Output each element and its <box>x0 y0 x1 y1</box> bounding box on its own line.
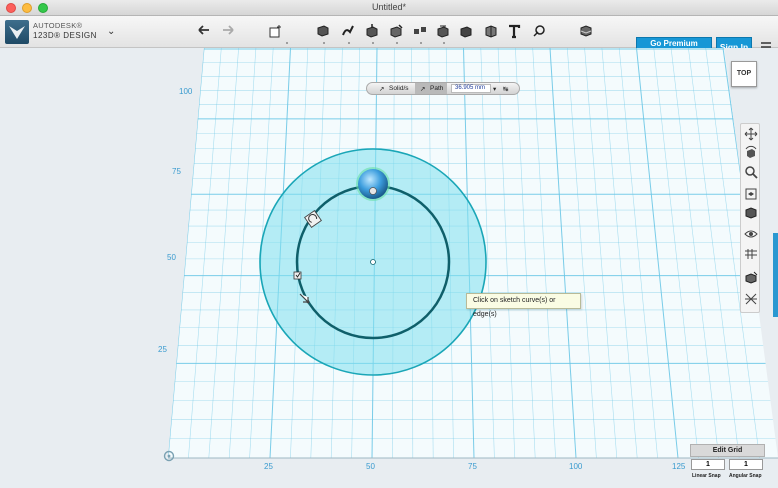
visibility-eye-icon[interactable] <box>743 226 759 242</box>
sketch-icon[interactable] <box>338 21 358 41</box>
side-panel-tab[interactable] <box>773 233 778 317</box>
outline-view-icon[interactable] <box>743 291 759 307</box>
selection-hint-tooltip: Click on sketch curve(s) or edge(s) <box>466 293 581 318</box>
app-logo-icon[interactable] <box>5 20 29 44</box>
linear-snap-label: Linear Snap <box>692 473 721 479</box>
axis-label-x: 25 <box>264 462 273 471</box>
solids-mode-button[interactable]: Solid/s <box>389 85 409 92</box>
transform-box-icon[interactable] <box>265 21 285 41</box>
axis-label-x: 50 <box>366 462 375 471</box>
circle-center-point <box>370 259 376 265</box>
axis-label-y: 75 <box>172 167 181 176</box>
combine-icon[interactable] <box>456 21 476 41</box>
angular-snap-input[interactable]: 1 <box>729 459 763 470</box>
sweep-mode-bar: ↗ Solid/s ↗ Path 36.905 mm ▾ ↹ <box>366 82 520 95</box>
window-titlebar: Untitled* <box>0 0 778 16</box>
path-selector-icon: ↗ <box>420 86 426 93</box>
grid-view-icon[interactable] <box>743 246 759 262</box>
modify-icon[interactable] <box>386 21 406 41</box>
axis-label-y: 25 <box>158 345 167 354</box>
navigation-panel <box>740 123 760 313</box>
main-toolbar: AUTODESK® 123D® DESIGN ⌄ Go Premium Sign… <box>0 16 778 58</box>
angular-snap-label: Angular Snap <box>729 473 762 479</box>
path-mode-label: Path <box>430 85 444 92</box>
axis-label-x: 75 <box>468 462 477 471</box>
material-view-icon[interactable] <box>743 270 759 286</box>
primitives-icon[interactable] <box>313 21 333 41</box>
linear-snap-input[interactable]: 1 <box>691 459 725 470</box>
axis-label-y: 100 <box>179 87 193 96</box>
text-tool-icon[interactable] <box>504 21 524 41</box>
fit-view-icon[interactable] <box>743 186 759 202</box>
grouping-icon[interactable] <box>433 21 453 41</box>
pan-icon[interactable] <box>743 126 759 142</box>
design-viewport[interactable]: 100 75 50 25 25 50 75 100 125 ↗ Solid/s … <box>0 48 778 488</box>
redo-icon[interactable] <box>218 21 238 41</box>
pattern-icon[interactable] <box>410 21 430 41</box>
app-brand: AUTODESK® <box>33 21 83 30</box>
mode-options-icon[interactable]: ↹ <box>503 85 508 93</box>
distance-dropdown-icon[interactable]: ▾ <box>493 85 496 93</box>
app-menu-chevron-down-icon[interactable]: ⌄ <box>107 26 115 37</box>
axis-label-x: 125 <box>672 462 686 471</box>
viewcube-top[interactable]: TOP <box>731 61 757 87</box>
orbit-icon[interactable] <box>743 145 759 161</box>
undo-icon[interactable] <box>194 21 214 41</box>
premium-label: Go Premium <box>650 39 698 48</box>
edit-grid-button[interactable]: Edit Grid <box>690 444 765 457</box>
window-title: Untitled* <box>371 2 407 12</box>
measure-icon[interactable] <box>481 21 501 41</box>
material-icon[interactable] <box>576 21 596 41</box>
snap-icon[interactable] <box>529 21 549 41</box>
zoom-icon[interactable] <box>743 164 759 180</box>
solids-selector-icon[interactable]: ↗ <box>379 85 384 93</box>
app-product-name: 123D® DESIGN <box>33 31 97 40</box>
construct-icon[interactable] <box>362 21 382 41</box>
distance-value-input[interactable]: 36.905 mm <box>451 84 491 93</box>
view-cube-icon[interactable] <box>743 205 759 221</box>
axis-label-y: 50 <box>167 253 176 262</box>
axis-label-x: 100 <box>569 462 583 471</box>
workplane-canvas[interactable] <box>0 48 778 488</box>
